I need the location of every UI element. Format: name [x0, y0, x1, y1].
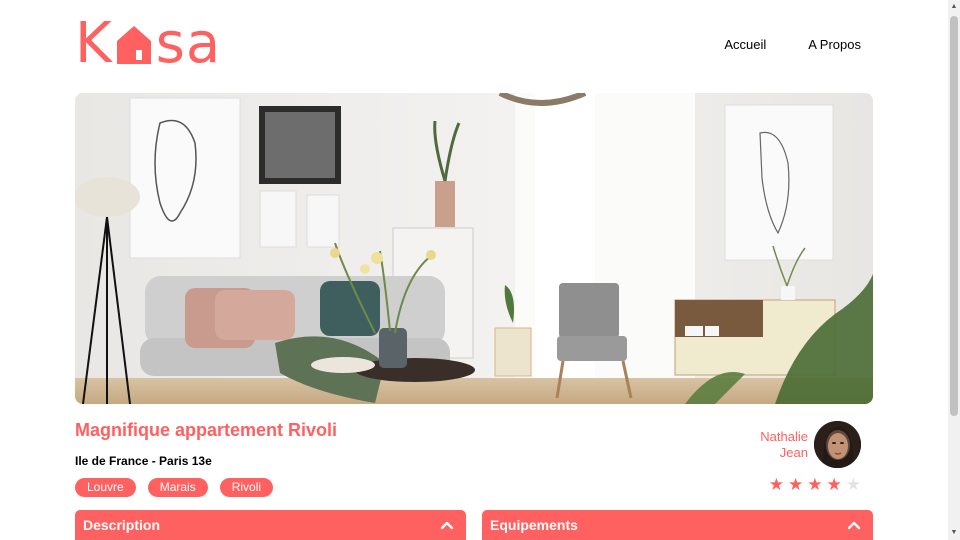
star-icon: ★ [788, 475, 804, 494]
page: K sa Accueil A Propos Magnifique apparte… [0, 0, 948, 540]
logo-letters-sa: sa [155, 11, 222, 76]
chevron-up-icon[interactable] [847, 518, 861, 532]
main-nav: Accueil A Propos [724, 37, 861, 52]
host-info: Nathalie Jean [748, 421, 861, 468]
nav-link-a-propos[interactable]: A Propos [808, 37, 861, 52]
scrollbar-thumb[interactable] [950, 16, 958, 416]
scroll-up-arrow-icon[interactable]: ▲ [948, 0, 960, 14]
host-avatar [814, 421, 861, 468]
chevron-up-icon[interactable] [440, 518, 454, 532]
living-room-photo [75, 93, 873, 404]
star-icon: ★ [768, 475, 784, 494]
logo-letter-k: K [75, 11, 112, 76]
listing-location: Ile de France - Paris 13e [75, 454, 212, 468]
house-icon [116, 26, 151, 64]
star-icon: ★ [826, 475, 842, 494]
tag-marais: Marais [147, 478, 208, 497]
kasa-logo[interactable]: K sa [75, 11, 222, 76]
rating-stars: ★ ★ ★ ★ ★ [769, 476, 861, 493]
equipments-label: Equipements [490, 517, 578, 533]
listing-title: Magnifique appartement Rivoli [75, 420, 338, 440]
description-label: Description [83, 517, 161, 533]
scroll-down-arrow-icon[interactable]: ▼ [948, 526, 960, 540]
host-first-name: Nathalie [760, 428, 808, 444]
tag-list: Louvre Marais Rivoli [75, 478, 274, 497]
listing-photo-banner [75, 93, 873, 404]
nav-link-accueil[interactable]: Accueil [724, 37, 766, 52]
tag-louvre: Louvre [75, 478, 136, 497]
equipments-collapse-header[interactable]: Equipements [482, 510, 873, 540]
page-scrollbar[interactable]: ▲ ▼ [948, 0, 960, 540]
description-collapse-header[interactable]: Description [75, 510, 466, 540]
star-icon: ★ [845, 475, 861, 494]
star-icon: ★ [807, 475, 823, 494]
host-name: Nathalie Jean [748, 429, 808, 461]
host-last-name: Jean [779, 444, 808, 460]
tag-rivoli: Rivoli [219, 478, 274, 497]
